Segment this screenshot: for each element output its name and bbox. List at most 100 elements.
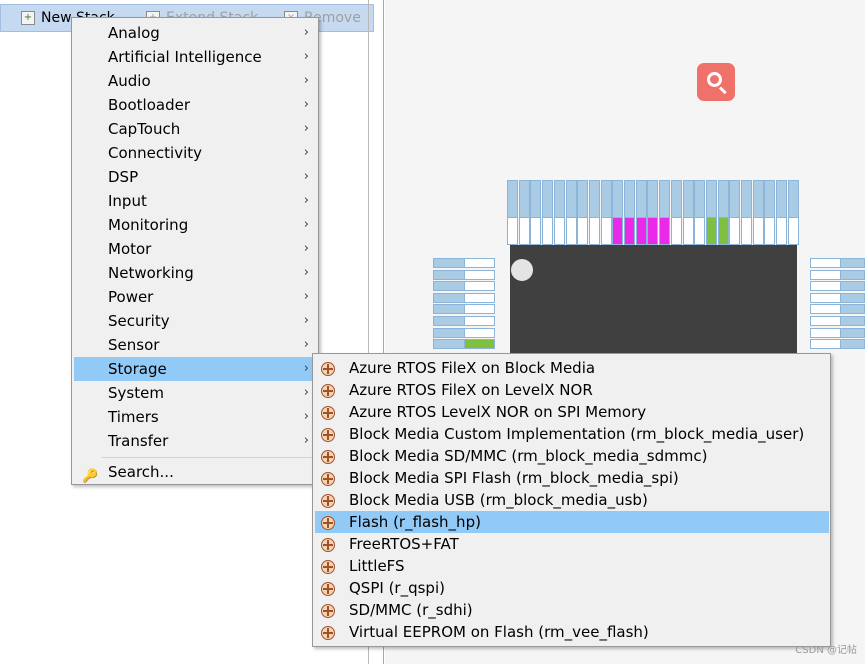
pin-p404[interactable] xyxy=(433,304,495,315)
storage-item-block-media-sd-mmc-rm-block-media-sdmmc[interactable]: Block Media SD/MMC (rm_block_media_sdmmc… xyxy=(315,445,829,467)
menu-item-label: Bootloader xyxy=(108,96,190,114)
menu-item-label: System xyxy=(108,384,164,402)
pin-p505[interactable] xyxy=(729,180,741,245)
storage-item-sd-mmc-r-sdhi[interactable]: SD/MMC (r_sdhi) xyxy=(315,599,829,621)
storage-item-azure-rtos-levelx-nor-on-spi-memory[interactable]: Azure RTOS LevelX NOR on SPI Memory xyxy=(315,401,829,423)
pin-vss[interactable] xyxy=(705,180,717,245)
plug-icon xyxy=(321,450,335,464)
pin-p006[interactable] xyxy=(577,180,589,245)
menu-item-label: Transfer xyxy=(108,432,169,450)
menu-item-bootloader[interactable]: Bootloader › xyxy=(74,93,317,117)
menu-item-label: Audio xyxy=(108,72,151,90)
chevron-right-icon: › xyxy=(303,289,309,304)
pin-p004[interactable] xyxy=(553,180,565,245)
storage-item-label: Flash (r_flash_hp) xyxy=(349,513,481,531)
pin-p107[interactable] xyxy=(810,339,865,350)
pin-p502[interactable] xyxy=(764,180,776,245)
chevron-right-icon: › xyxy=(303,409,309,424)
pin-p406[interactable] xyxy=(433,327,495,338)
menu-item-security[interactable]: Security › xyxy=(74,309,317,333)
pin-avcc0[interactable] xyxy=(635,180,647,245)
pin-p501[interactable] xyxy=(776,180,788,245)
storage-item-label: Azure RTOS FileX on Block Media xyxy=(349,359,596,377)
chevron-right-icon: › xyxy=(303,49,309,64)
pin-p504[interactable] xyxy=(741,180,752,245)
pin-vrefh0[interactable] xyxy=(612,180,624,245)
pin-p007[interactable] xyxy=(588,180,600,245)
pin-p402[interactable] xyxy=(433,281,495,292)
storage-item-littlefs[interactable]: LittleFS xyxy=(315,555,829,577)
pin-p015[interactable] xyxy=(694,180,706,245)
menu-item-label: Artificial Intelligence xyxy=(108,48,262,66)
plug-icon xyxy=(321,406,335,420)
menu-item-system[interactable]: System › xyxy=(74,381,317,405)
menu-item-transfer[interactable]: Transfer › xyxy=(74,429,317,453)
storage-item-virtual-eeprom-on-flash-rm-vee-flash[interactable]: Virtual EEPROM on Flash (rm_vee_flash) xyxy=(315,621,829,643)
pin-p003[interactable] xyxy=(542,180,554,245)
menu-item-networking[interactable]: Networking › xyxy=(74,261,317,285)
storage-item-azure-rtos-filex-on-block-media[interactable]: Azure RTOS FileX on Block Media xyxy=(315,357,829,379)
menu-item-input[interactable]: Input › xyxy=(74,189,317,213)
pin-p105[interactable] xyxy=(810,316,865,326)
storage-item-qspi-r-qspi[interactable]: QSPI (r_qspi) xyxy=(315,577,829,599)
menu-item-label: Networking xyxy=(108,264,194,282)
storage-item-block-media-usb-rm-block-media-usb[interactable]: Block Media USB (rm_block_media_usb) xyxy=(315,489,829,511)
plug-icon xyxy=(321,516,335,530)
pin-p104[interactable] xyxy=(810,304,865,315)
storage-item-flash-r-flash-hp[interactable]: Flash (r_flash_hp) xyxy=(315,511,829,533)
menu-item-power[interactable]: Power › xyxy=(74,285,317,309)
pin-p000[interactable] xyxy=(507,180,518,245)
storage-item-azure-rtos-filex-on-levelx-nor[interactable]: Azure RTOS FileX on LevelX NOR xyxy=(315,379,829,401)
pin-p008[interactable] xyxy=(600,180,612,245)
pin-p005[interactable] xyxy=(565,180,577,245)
pin-vrefl0[interactable] xyxy=(624,180,635,245)
pin-vbatt[interactable] xyxy=(433,339,495,350)
plug-icon xyxy=(321,428,335,442)
pin-avss0[interactable] xyxy=(647,180,659,245)
menu-item-timers[interactable]: Timers › xyxy=(74,405,317,429)
chevron-right-icon: › xyxy=(303,217,309,232)
search-button[interactable] xyxy=(697,63,735,101)
menu-item-label: CapTouch xyxy=(108,120,181,138)
pin-vrefh[interactable] xyxy=(659,180,671,245)
pin-p401[interactable] xyxy=(433,269,495,280)
menu-item-motor[interactable]: Motor › xyxy=(74,237,317,261)
pin-p103[interactable] xyxy=(810,292,865,303)
menu-item-artificial-intelligence[interactable]: Artificial Intelligence › xyxy=(74,45,317,69)
storage-item-freertos-fat[interactable]: FreeRTOS+FAT xyxy=(315,533,829,555)
storage-item-block-media-spi-flash-rm-block-media-spi[interactable]: Block Media SPI Flash (rm_block_media_sp… xyxy=(315,467,829,489)
menu-item-dsp[interactable]: DSP › xyxy=(74,165,317,189)
pin-p100[interactable] xyxy=(810,258,865,268)
plug-icon xyxy=(321,494,335,508)
menu-item-label: Analog xyxy=(108,24,160,42)
pin-p403[interactable] xyxy=(433,292,495,303)
pin-p405[interactable] xyxy=(433,316,495,326)
menu-item-sensor[interactable]: Sensor › xyxy=(74,333,317,357)
key-icon: 🔑 xyxy=(82,469,99,484)
pin-p102[interactable] xyxy=(810,281,865,292)
menu-item-analog[interactable]: Analog › xyxy=(74,21,317,45)
storage-item-block-media-custom-implementation-rm-block-media-user[interactable]: Block Media Custom Implementation (rm_bl… xyxy=(315,423,829,445)
pin-vcc[interactable] xyxy=(717,180,729,245)
menu-item-storage[interactable]: Storage › xyxy=(74,357,317,381)
pin-p014[interactable] xyxy=(682,180,694,245)
pin-p101[interactable] xyxy=(810,269,865,280)
menu-item-audio[interactable]: Audio › xyxy=(74,69,317,93)
menu-item-connectivity[interactable]: Connectivity › xyxy=(74,141,317,165)
menu-item-label: Input xyxy=(108,192,147,210)
pin-p013[interactable] xyxy=(670,180,682,245)
storage-item-label: SD/MMC (r_sdhi) xyxy=(349,601,473,619)
search-menu-item[interactable]: 🔑 Search... xyxy=(74,460,317,484)
pin-p503[interactable] xyxy=(752,180,764,245)
pin-p001[interactable] xyxy=(518,180,530,245)
menu-item-label: Security xyxy=(108,312,170,330)
pin-p002[interactable] xyxy=(530,180,542,245)
plug-icon xyxy=(321,384,335,398)
menu-item-captouch[interactable]: CapTouch › xyxy=(74,117,317,141)
pin-p500[interactable] xyxy=(787,180,799,245)
menu-item-label: Timers xyxy=(108,408,159,426)
plug-icon xyxy=(321,472,335,486)
pin-p400[interactable] xyxy=(433,258,495,268)
menu-item-monitoring[interactable]: Monitoring › xyxy=(74,213,317,237)
pin-p106[interactable] xyxy=(810,327,865,338)
